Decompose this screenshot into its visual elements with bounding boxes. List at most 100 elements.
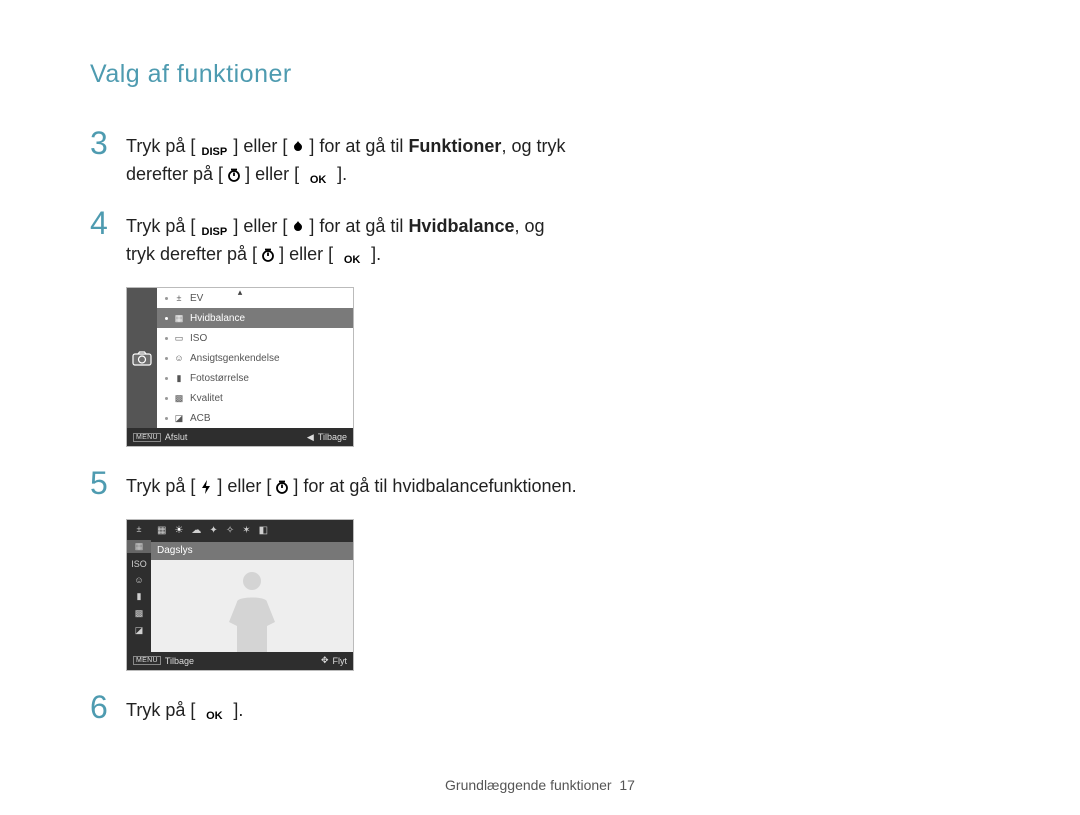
camera-preview-screenshot: ± ▦ ISO ☺ ▮ ▩ ◪ ▦ ☀ ☁ ✦ ✧ ✶ ◧ Dagslys MENU Tilbage ✥…: [126, 519, 354, 671]
macro-icon: [287, 218, 309, 236]
menu-item-label: ISO: [190, 333, 353, 344]
text: , og: [514, 216, 544, 236]
text: Tryk på [: [126, 700, 195, 720]
wb-option-icon: ☀: [174, 525, 183, 536]
sidebar-glyph: ▮: [137, 591, 142, 602]
step-number: 5: [90, 467, 118, 499]
menu-row: ▦ Hvidbalance: [157, 308, 353, 328]
camera-menu-screenshot: ▴ ± EV ▦ Hvidbalance ▭ ISO ☺ Ansigtsgenkendelse…: [126, 287, 354, 447]
step-text: Tryk på [ ] eller [ ] for at gå til hvidba…: [126, 467, 577, 501]
footer-left-label: Tilbage: [165, 656, 194, 666]
menu-tag: MENU: [133, 656, 161, 665]
menu-item-label: Kvalitet: [190, 393, 353, 404]
sidebar-glyph: ☺: [134, 575, 143, 585]
text: Tryk på [: [126, 476, 195, 496]
macro-icon: [287, 138, 309, 156]
menu-item-icon: ▦: [172, 313, 186, 324]
menu-item-label: Hvidbalance: [190, 313, 353, 324]
wb-option-icon: ✶: [242, 525, 250, 536]
ok-button-icon: OK: [299, 171, 337, 189]
step-4: 4 Tryk på [DISP] eller [] for at gå til …: [90, 207, 990, 269]
step-number: 3: [90, 127, 118, 159]
step-text: Tryk på [OK].: [126, 691, 243, 725]
wb-option-icon: ✦: [209, 525, 217, 536]
text: derefter på [: [126, 164, 223, 184]
menu-row: ☺ Ansigtsgenkendelse: [157, 348, 353, 368]
white-balance-selected-label: Dagslys: [151, 542, 353, 560]
timer-icon: [223, 166, 245, 184]
menu-item-label: EV: [190, 293, 353, 304]
menu-item-label: Fotostørrelse: [190, 373, 353, 384]
footer-right-label: Tilbage: [318, 432, 347, 442]
menu-item-icon: ▮: [172, 373, 186, 384]
step-text: Tryk på [DISP] eller [] for at gå til Fu…: [126, 127, 565, 189]
section-title: Valg af funktioner: [90, 60, 990, 89]
page-footer: Grundlæggende funktioner 17: [0, 777, 1080, 793]
text: tryk derefter på [: [126, 244, 257, 264]
menu-item-label: Ansigtsgenkendelse: [190, 353, 353, 364]
camera-menu-footer: MENU Afslut ◀ Tilbage: [127, 428, 353, 446]
text: ] eller [: [279, 244, 333, 264]
wb-option-icon: ▦: [157, 525, 166, 536]
footer-right-label: Flyt: [333, 656, 348, 666]
menu-item-label: ACB: [190, 413, 353, 424]
disp-button-icon: DISP: [195, 143, 233, 161]
back-arrow-icon: ◀: [307, 432, 314, 443]
step-3: 3 Tryk på [DISP] eller [] for at gå til …: [90, 127, 990, 189]
flash-icon: [195, 478, 217, 496]
text: ].: [337, 164, 347, 184]
menu-row: ▭ ISO: [157, 328, 353, 348]
ok-button-icon: OK: [195, 707, 233, 725]
step-5: 5 Tryk på [ ] eller [ ] for at gå til hvid…: [90, 467, 990, 501]
disp-button-icon: DISP: [195, 223, 233, 241]
menu-row: ± EV: [157, 288, 353, 308]
text: , og tryk: [501, 136, 565, 156]
timer-icon: [271, 478, 293, 496]
footer-left-label: Afslut: [165, 432, 188, 442]
menu-row: ▮ Fotostørrelse: [157, 368, 353, 388]
sidebar-glyph: ◪: [135, 625, 144, 636]
step-number: 6: [90, 691, 118, 723]
text: ].: [371, 244, 381, 264]
menu-list: ± EV ▦ Hvidbalance ▭ ISO ☺ Ansigtsgenkendelse ▮ F…: [157, 288, 353, 428]
text: ] eller [: [245, 164, 299, 184]
text: Tryk på [: [126, 216, 195, 236]
menu-item-icon: ◪: [172, 413, 186, 424]
text: ] for at gå til: [309, 136, 408, 156]
white-balance-strip: ▦ ☀ ☁ ✦ ✧ ✶ ◧: [151, 520, 353, 542]
step-number: 4: [90, 207, 118, 239]
menu-item-icon: ▭: [172, 333, 186, 344]
sidebar-glyph: ±: [137, 524, 142, 534]
footer-text: Grundlæggende funktioner: [445, 777, 612, 793]
timer-icon: [257, 246, 279, 264]
manual-page: Valg af funktioner 3 Tryk på [DISP] elle…: [0, 0, 1080, 815]
menu-item-icon: ☺: [172, 353, 186, 363]
wb-option-icon: ✧: [226, 525, 234, 536]
text: ] for at gå til: [309, 216, 408, 236]
text: ] eller [: [217, 476, 271, 496]
menu-row: ▩ Kvalitet: [157, 388, 353, 408]
text: ] eller [: [233, 216, 287, 236]
ok-button-icon: OK: [333, 251, 371, 269]
menu-item-icon: ▩: [172, 393, 186, 404]
bold-target: Funktioner: [408, 136, 501, 156]
camera-preview-footer: MENU Tilbage ✥ Flyt: [127, 652, 353, 670]
text: ] for at gå til hvidbalancefunktionen.: [293, 476, 576, 496]
step-6: 6 Tryk på [OK].: [90, 691, 990, 725]
move-icon: ✥: [321, 655, 329, 666]
text: Tryk på [: [126, 136, 195, 156]
menu-row: ◪ ACB: [157, 408, 353, 428]
preview-main: ▦ ☀ ☁ ✦ ✧ ✶ ◧ Dagslys: [151, 520, 353, 652]
wb-option-icon: ☁: [191, 525, 201, 536]
preview-sidebar: ± ▦ ISO ☺ ▮ ▩ ◪: [127, 520, 151, 652]
page-number: 17: [619, 777, 635, 793]
sidebar-glyph: ISO: [131, 559, 147, 569]
sidebar-glyph: ▦: [127, 540, 151, 553]
scroll-up-indicator: ▴: [238, 287, 243, 298]
wb-option-icon: ◧: [259, 525, 268, 536]
camera-mode-icon: [127, 288, 157, 428]
menu-item-icon: ±: [172, 293, 186, 303]
bold-target: Hvidbalance: [408, 216, 514, 236]
text: ] eller [: [233, 136, 287, 156]
sidebar-glyph: ▩: [135, 608, 144, 619]
